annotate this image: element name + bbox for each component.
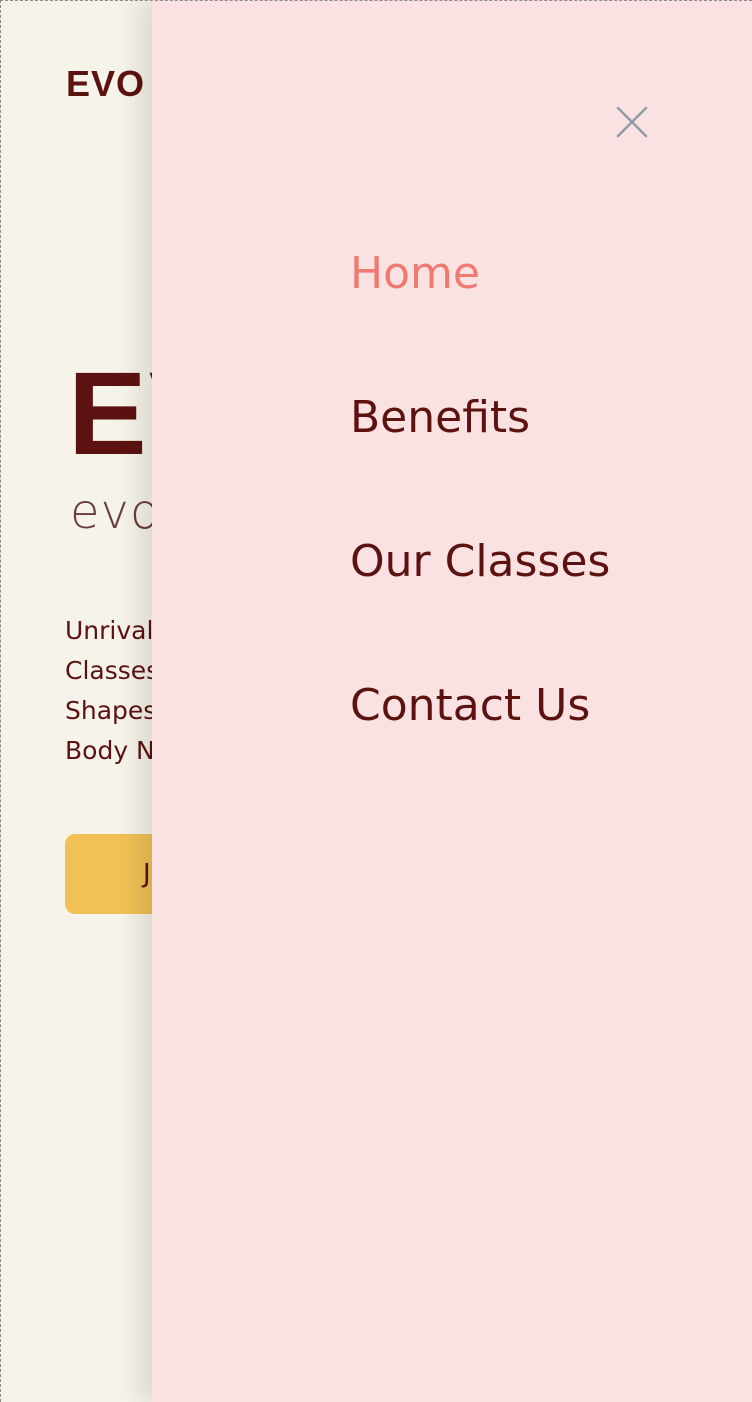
site-logo[interactable]: EVO [66, 66, 145, 102]
menu-item-benefits[interactable]: Benefits [350, 389, 610, 533]
menu-item-contact-us[interactable]: Contact Us [350, 677, 610, 821]
menu-item-our-classes[interactable]: Our Classes [350, 533, 610, 677]
close-button[interactable] [610, 100, 654, 144]
close-icon [616, 106, 648, 138]
menu-item-home[interactable]: Home [350, 245, 610, 389]
drawer-menu: Home Benefits Our Classes Contact Us [350, 245, 610, 821]
hero-subtitle: evo [70, 484, 161, 540]
navigation-drawer: Home Benefits Our Classes Contact Us [152, 0, 752, 1402]
